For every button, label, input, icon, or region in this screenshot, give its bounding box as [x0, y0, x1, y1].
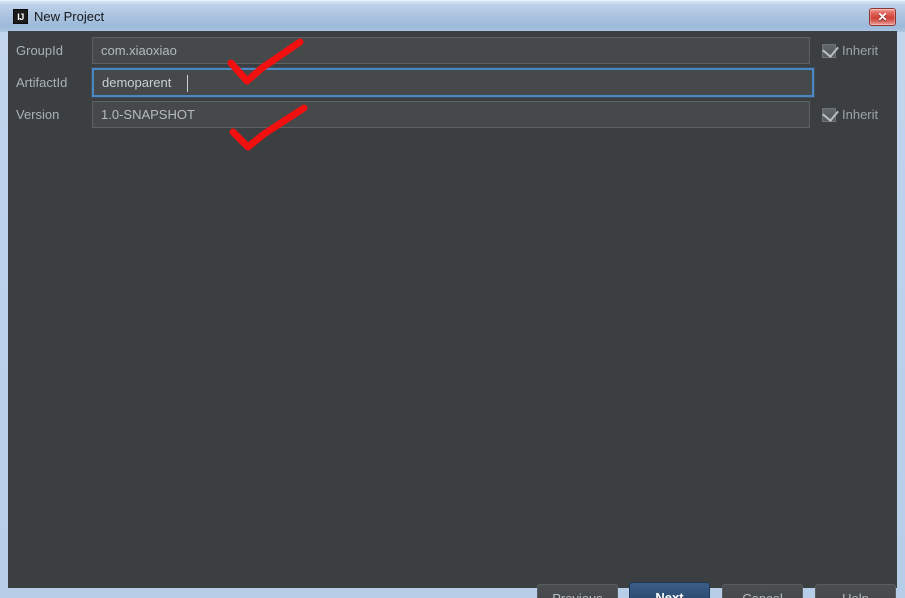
text-caret [187, 75, 188, 92]
new-project-dialog-window: IJ New Project ✕ GroupId Inherit Artifac… [0, 0, 905, 598]
form-row-artifactid: ArtifactId [8, 68, 897, 97]
dialog-content: GroupId Inherit ArtifactId Version Inher… [8, 31, 897, 598]
groupid-label: GroupId [16, 43, 63, 58]
version-inherit-label: Inherit [842, 107, 879, 122]
help-button[interactable]: Help [815, 584, 896, 598]
artifactid-input[interactable] [92, 68, 814, 97]
artifactid-label: ArtifactId [16, 75, 68, 90]
form-row-version: Version Inherit [8, 101, 897, 129]
window-title: New Project [34, 9, 105, 24]
close-icon: ✕ [877, 10, 888, 24]
groupid-input[interactable] [92, 37, 810, 64]
cancel-button[interactable]: Cancel [722, 584, 803, 598]
next-button[interactable]: Next [629, 582, 710, 598]
previous-button[interactable]: Previous [537, 584, 618, 598]
title-bar: IJ New Project ✕ [0, 0, 905, 32]
close-button[interactable]: ✕ [869, 8, 896, 26]
checkbox-checked-icon [822, 104, 839, 122]
groupid-inherit-label: Inherit [842, 43, 879, 58]
groupid-inherit-checkbox[interactable]: Inherit [822, 40, 878, 61]
version-input[interactable] [92, 101, 810, 128]
version-label: Version [16, 107, 60, 122]
form-row-groupid: GroupId Inherit [8, 37, 897, 65]
checkbox-checked-icon [822, 40, 839, 58]
version-inherit-checkbox[interactable]: Inherit [822, 104, 878, 125]
intellij-app-icon: IJ [13, 9, 28, 24]
